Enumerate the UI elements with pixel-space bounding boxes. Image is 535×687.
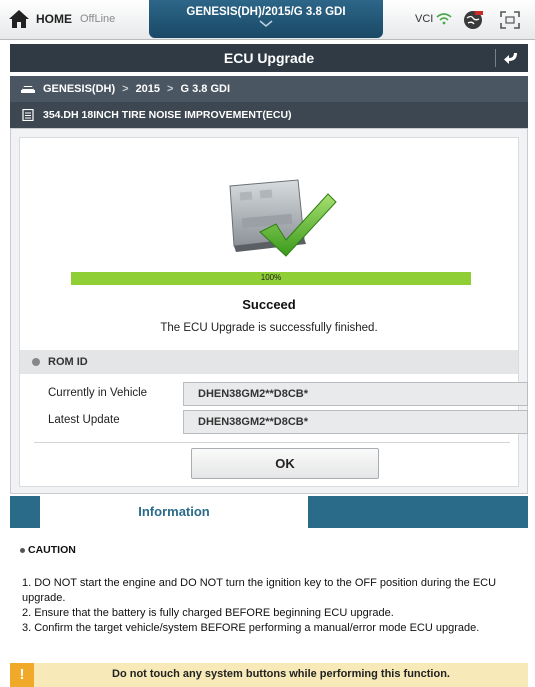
vci-status[interactable]: VCI [415,13,452,25]
home-button[interactable]: HOME OffLine [8,9,115,29]
breadcrumb-separator: > [167,83,174,95]
information-content: CAUTION 1. DO NOT start the engine and D… [10,528,528,659]
home-label: HOME [36,12,72,26]
ecu-success-icon [229,179,337,257]
caution-list: 1. DO NOT start the engine and DO NOT tu… [22,576,522,636]
fullscreen-icon[interactable] [500,11,520,29]
wifi-icon [436,13,452,25]
current-rom-field: DHEN38GM2**D8CB* [183,382,528,406]
title-bar: ECU Upgrade [10,44,528,72]
breadcrumb-separator: > [122,83,129,95]
progress-label: 100% [260,273,282,282]
document-icon [22,109,34,121]
bullet-icon [20,547,25,553]
caution-line: 1. DO NOT start the engine and DO NOT tu… [22,577,497,604]
document-title: 354.DH 18INCH TIRE NOISE IMPROVEMENT(ECU… [43,109,292,121]
network-globe-icon[interactable] [462,9,484,31]
status-title: Succeed [242,297,296,312]
status-message: The ECU Upgrade is successfully finished… [160,322,378,334]
back-icon[interactable] [502,50,520,66]
warning-footer: ! Do not touch any system buttons while … [10,663,528,687]
vehicle-breadcrumb: GENESIS(DH) > 2015 > G 3.8 GDI [10,76,528,102]
information-tab-bar: Information [10,496,528,528]
bullet-icon [32,358,40,366]
car-icon [21,86,35,93]
warning-icon: ! [10,663,34,687]
page-title: ECU Upgrade [223,50,315,66]
breadcrumb: GENESIS(DH) > 2015 > G 3.8 GDI 354.DH 18… [10,76,528,128]
latest-rom-label: Latest Update [48,414,120,426]
document-breadcrumb: 354.DH 18INCH TIRE NOISE IMPROVEMENT(ECU… [10,102,528,128]
chevron-down-icon [259,20,273,27]
title-divider [495,49,496,67]
vehicle-selector[interactable]: GENESIS(DH)/2015/G 3.8 GDI [149,0,383,38]
breadcrumb-model: GENESIS(DH) [43,83,116,95]
tab-information-label: Information [138,504,210,519]
vehicle-title: GENESIS(DH)/2015/G 3.8 GDI [186,6,346,18]
ok-button[interactable]: OK [191,448,379,479]
tab-information[interactable]: Information [40,496,308,528]
warning-text: Do not touch any system buttons while pe… [112,668,450,680]
breadcrumb-year: 2015 [135,83,161,95]
current-rom-label: Currently in Vehicle [48,387,148,399]
divider [34,442,510,443]
progress-bar: 100% [71,272,471,285]
caution-title: CAUTION [28,544,76,556]
home-icon [9,10,29,28]
breadcrumb-engine: G 3.8 GDI [180,83,231,95]
rom-id-label: ROM ID [48,356,88,368]
caution-heading: CAUTION [20,544,76,556]
vci-label: VCI [415,13,434,25]
latest-rom-field: DHEN38GM2**D8CB* [183,410,528,434]
caution-line: 2. Ensure that the battery is fully char… [22,607,394,619]
caution-line: 3. Confirm the target vehicle/system BEF… [22,622,480,634]
top-bar: HOME OffLine GENESIS(DH)/2015/G 3.8 GDI … [0,0,535,40]
result-card: 100% Succeed The ECU Upgrade is successf… [19,137,528,487]
offline-status: OffLine [80,13,116,25]
result-panel: 100% Succeed The ECU Upgrade is successf… [10,128,528,494]
rom-id-header: ROM ID [20,350,518,374]
